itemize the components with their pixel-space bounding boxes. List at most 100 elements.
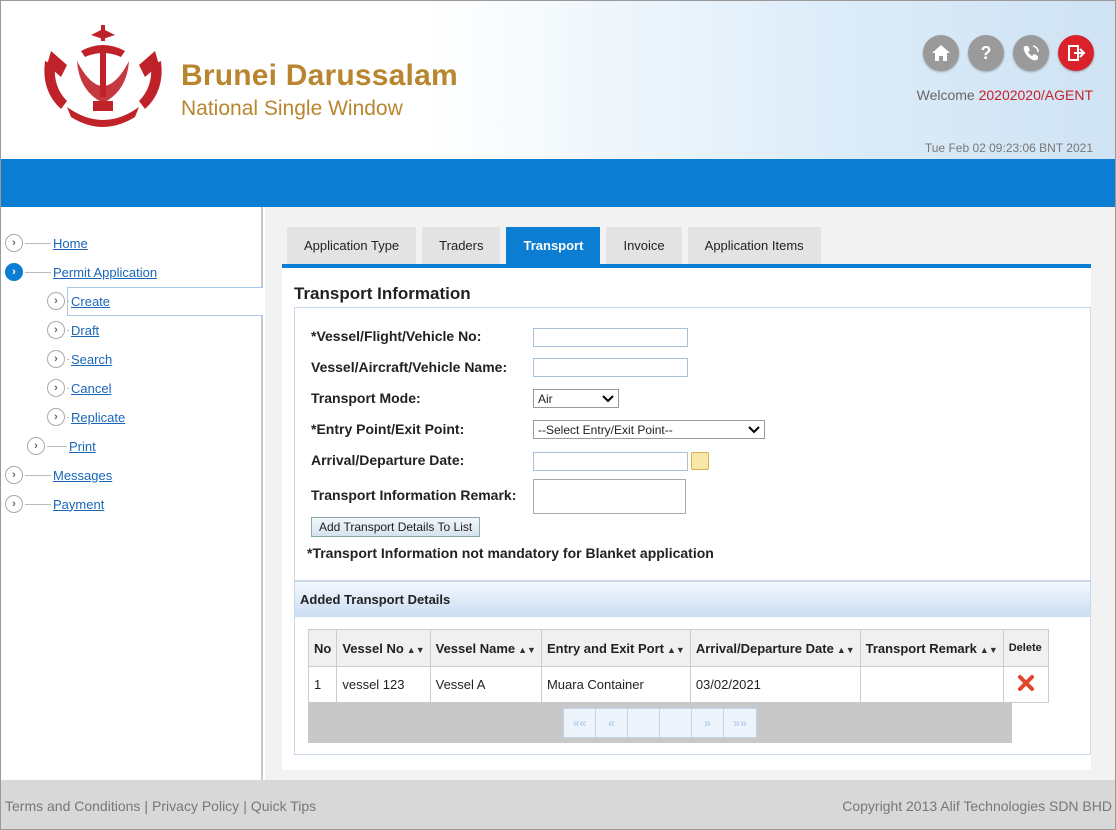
tab-application-items[interactable]: Application Items: [687, 227, 821, 264]
transport-mode-label: Transport Mode:: [311, 390, 421, 406]
terms-link[interactable]: Terms and Conditions: [5, 798, 140, 814]
sidebar-item-draft[interactable]: › Draft: [47, 319, 99, 341]
sidebar-item-payment[interactable]: › Payment: [5, 493, 104, 515]
prev-page-button[interactable]: «: [596, 709, 628, 737]
draft-link[interactable]: Draft: [71, 323, 99, 338]
added-transport-section: Added Transport Details No Vessel No ▲▼ V…: [294, 581, 1091, 755]
sidebar-item-search[interactable]: › Search: [47, 348, 112, 370]
remark-label: Transport Information Remark:: [311, 487, 517, 503]
cell-remark: [859, 666, 1004, 703]
tree-line: [67, 329, 69, 331]
replicate-link[interactable]: Replicate: [71, 410, 125, 425]
footer-links: Terms and Conditions | Privacy Policy | Quic…: [5, 798, 316, 814]
delete-icon[interactable]: [1017, 674, 1035, 692]
payment-link[interactable]: Payment: [53, 497, 104, 512]
logout-icon[interactable]: [1058, 35, 1094, 71]
pager-buttons: «« « » »»: [563, 708, 757, 738]
chevron-right-icon: ›: [47, 321, 65, 339]
page-button[interactable]: [660, 709, 692, 737]
sort-icon: ▲▼: [666, 644, 685, 655]
arrival-date-input[interactable]: [533, 452, 688, 471]
vessel-name-input[interactable]: [533, 358, 688, 377]
tree-line: [25, 242, 51, 244]
copyright-text: Copyright 2013 Alif Technologies SDN BHD: [842, 798, 1112, 814]
sidebar-item-print[interactable]: › Print: [27, 435, 96, 457]
entry-point-label: *Entry Point/Exit Point:: [311, 421, 465, 437]
cell-date: 03/02/2021: [689, 666, 861, 703]
sidebar-item-messages[interactable]: › Messages: [5, 464, 112, 486]
cell-no: 1: [307, 666, 338, 703]
entry-point-select[interactable]: --Select Entry/Exit Point--: [533, 420, 765, 439]
search-link[interactable]: Search: [71, 352, 112, 367]
footer-separator: |: [243, 798, 247, 814]
chevron-down-icon: [748, 425, 760, 433]
tree-line: [25, 474, 51, 476]
brunei-crest-logo: [44, 25, 162, 127]
quick-tips-link[interactable]: Quick Tips: [251, 798, 316, 814]
cell-vessel-no: vessel 123: [336, 666, 431, 703]
table-header-row: No Vessel No ▲▼ Vessel Name ▲▼ Entry and E…: [307, 629, 1049, 667]
home-icon[interactable]: [923, 35, 959, 71]
privacy-link[interactable]: Privacy Policy: [152, 798, 239, 814]
home-link[interactable]: Home: [53, 236, 88, 251]
page-title: Transport Information: [294, 284, 471, 303]
sidebar-item-create[interactable]: › Create: [47, 290, 110, 312]
brand-subtitle: National Single Window: [181, 97, 403, 120]
permit-application-link[interactable]: Permit Application: [53, 265, 157, 280]
last-page-button[interactable]: »»: [724, 709, 756, 737]
sidebar-item-replicate[interactable]: › Replicate: [47, 406, 125, 428]
server-datetime: Tue Feb 02 09:23:06 BNT 2021: [924, 141, 1093, 155]
chevron-right-icon: ›: [47, 292, 65, 310]
tab-bar: Application Type Traders Transport Invoi…: [287, 227, 821, 264]
column-header-remark[interactable]: Transport Remark ▲▼: [859, 629, 1004, 667]
vessel-no-label: *Vessel/Flight/Vehicle No:: [311, 328, 482, 344]
tab-traders[interactable]: Traders: [422, 227, 501, 264]
page-header: Brunei Darussalam National Single Window…: [1, 1, 1115, 159]
cancel-link[interactable]: Cancel: [71, 381, 111, 396]
first-page-button[interactable]: ««: [564, 709, 596, 737]
transport-panel: Transport Information *Vessel/Flight/Veh…: [282, 268, 1091, 770]
tab-invoice[interactable]: Invoice: [606, 227, 682, 264]
chevron-right-icon: ›: [5, 466, 23, 484]
chevron-right-icon: ›: [47, 379, 65, 397]
column-header-port[interactable]: Entry and Exit Port ▲▼: [540, 629, 691, 667]
sort-icon: ▲▼: [518, 644, 536, 655]
print-link[interactable]: Print: [69, 439, 96, 454]
page-button[interactable]: [628, 709, 660, 737]
transport-mode-select[interactable]: Air: [533, 389, 619, 408]
chevron-right-icon: ›: [5, 263, 23, 281]
tree-line: [67, 300, 69, 302]
sort-icon: ▲▼: [406, 644, 425, 655]
column-header-vessel-name[interactable]: Vessel Name ▲▼: [429, 629, 542, 667]
vessel-no-input[interactable]: [533, 328, 688, 347]
phone-icon[interactable]: [1013, 35, 1049, 71]
next-page-button[interactable]: »: [692, 709, 724, 737]
column-header-date[interactable]: Arrival/Departure Date ▲▼: [689, 629, 861, 667]
help-icon[interactable]: ?: [968, 35, 1004, 71]
messages-link[interactable]: Messages: [53, 468, 112, 483]
chevron-right-icon: ›: [5, 234, 23, 252]
add-transport-button[interactable]: Add Transport Details To List: [311, 517, 481, 537]
mandatory-note: *Transport Information not mandatory for…: [307, 545, 714, 561]
tab-application-type[interactable]: Application Type: [287, 227, 417, 264]
calendar-icon[interactable]: [691, 452, 709, 470]
user-id: 20202020/AGENT: [978, 87, 1093, 103]
remark-textarea[interactable]: [533, 479, 686, 514]
column-header-vessel-no[interactable]: Vessel No ▲▼: [336, 629, 431, 667]
create-link[interactable]: Create: [71, 294, 110, 309]
tab-transport[interactable]: Transport: [506, 227, 601, 264]
tree-line: [25, 503, 51, 505]
sidebar-item-permit-application[interactable]: › Permit Application: [5, 261, 157, 283]
tree-line: [47, 445, 67, 447]
transport-mode-value: Air: [538, 391, 553, 406]
chevron-right-icon: ›: [47, 408, 65, 426]
main-content: Application Type Traders Transport Invoi…: [265, 207, 1115, 780]
section-header: Added Transport Details: [295, 582, 1090, 617]
sidebar-item-home[interactable]: › Home: [5, 232, 88, 254]
cell-delete: [1002, 666, 1049, 703]
sidebar-item-cancel[interactable]: › Cancel: [47, 377, 111, 399]
column-header-no: No: [307, 629, 338, 667]
cell-port: Muara Container: [540, 666, 691, 703]
transport-table: No Vessel No ▲▼ Vessel Name ▲▼ Entry and E…: [307, 629, 1049, 703]
sidebar: › Home › Permit Application › Create › D…: [1, 207, 263, 780]
